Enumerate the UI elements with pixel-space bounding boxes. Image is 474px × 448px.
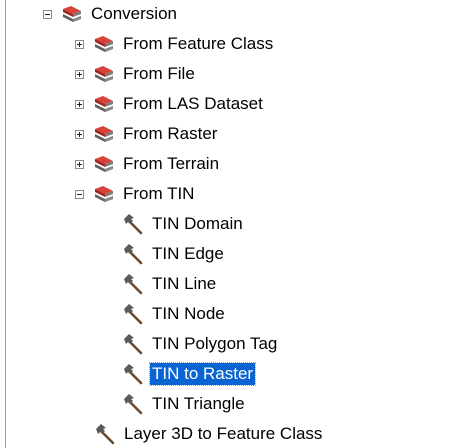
tree-node-from-file[interactable]: From File [75, 61, 197, 87]
expand-toggle-icon[interactable] [75, 99, 84, 109]
tool-label-selected: TIN to Raster [148, 362, 257, 386]
tool-label: TIN Polygon Tag [152, 334, 278, 353]
tool-label: TIN Edge [152, 244, 224, 263]
expand-toggle-icon[interactable] [75, 69, 84, 79]
tool-tin-triangle[interactable]: TIN Triangle [122, 391, 247, 417]
tool-tin-line[interactable]: TIN Line [122, 271, 218, 297]
hammer-icon [94, 423, 116, 445]
tool-tin-node[interactable]: TIN Node [122, 301, 227, 327]
collapse-toggle-icon[interactable] [75, 189, 84, 199]
toolset-icon [92, 124, 116, 144]
tool-tin-edge[interactable]: TIN Edge [122, 241, 226, 267]
tree-node-label: From Feature Class [123, 34, 274, 53]
tree-node-from-las-dataset[interactable]: From LAS Dataset [75, 91, 265, 117]
toolset-icon [92, 64, 116, 84]
tool-tin-domain[interactable]: TIN Domain [122, 211, 245, 237]
tree-node-from-terrain[interactable]: From Terrain [75, 151, 221, 177]
hammer-icon [122, 303, 144, 325]
tree-node-from-raster[interactable]: From Raster [75, 121, 219, 147]
tree-node-from-tin[interactable]: From TIN [75, 181, 196, 207]
toolset-icon [92, 184, 116, 204]
tree-node-label: From LAS Dataset [123, 94, 263, 113]
hammer-icon [122, 273, 144, 295]
hammer-icon [122, 213, 144, 235]
tool-tin-polygon-tag[interactable]: TIN Polygon Tag [122, 331, 279, 357]
hammer-icon [122, 393, 144, 415]
tool-label: TIN Triangle [152, 394, 245, 413]
hammer-icon [122, 363, 144, 385]
tool-tin-to-raster[interactable]: TIN to Raster [122, 361, 257, 387]
hammer-icon [122, 333, 144, 355]
toolset-icon [92, 34, 116, 54]
tree-node-label: From Terrain [123, 154, 220, 173]
toolbox-icon [60, 4, 84, 24]
tree-node-conversion[interactable]: Conversion [43, 1, 179, 27]
toolset-icon [92, 154, 116, 174]
tool-label: Layer 3D to Feature Class [124, 424, 323, 443]
expand-toggle-icon[interactable] [75, 159, 84, 169]
tool-label: TIN Domain [152, 214, 243, 233]
tree-node-label: From TIN [123, 184, 195, 203]
tool-layer-3d-to-feature-class[interactable]: Layer 3D to Feature Class [94, 421, 324, 447]
hammer-icon [122, 243, 144, 265]
toolset-icon [92, 94, 116, 114]
tree-node-from-feature-class[interactable]: From Feature Class [75, 31, 275, 57]
collapse-toggle-icon[interactable] [43, 9, 52, 19]
tree-node-label: From File [123, 64, 195, 83]
tree-node-label: Conversion [91, 4, 177, 23]
expand-toggle-icon[interactable] [75, 129, 84, 139]
tree-guide-line [5, 0, 6, 448]
tool-label: TIN Line [152, 274, 217, 293]
tool-label: TIN Node [152, 304, 225, 323]
tree-node-label: From Raster [123, 124, 218, 143]
expand-toggle-icon[interactable] [75, 39, 84, 49]
